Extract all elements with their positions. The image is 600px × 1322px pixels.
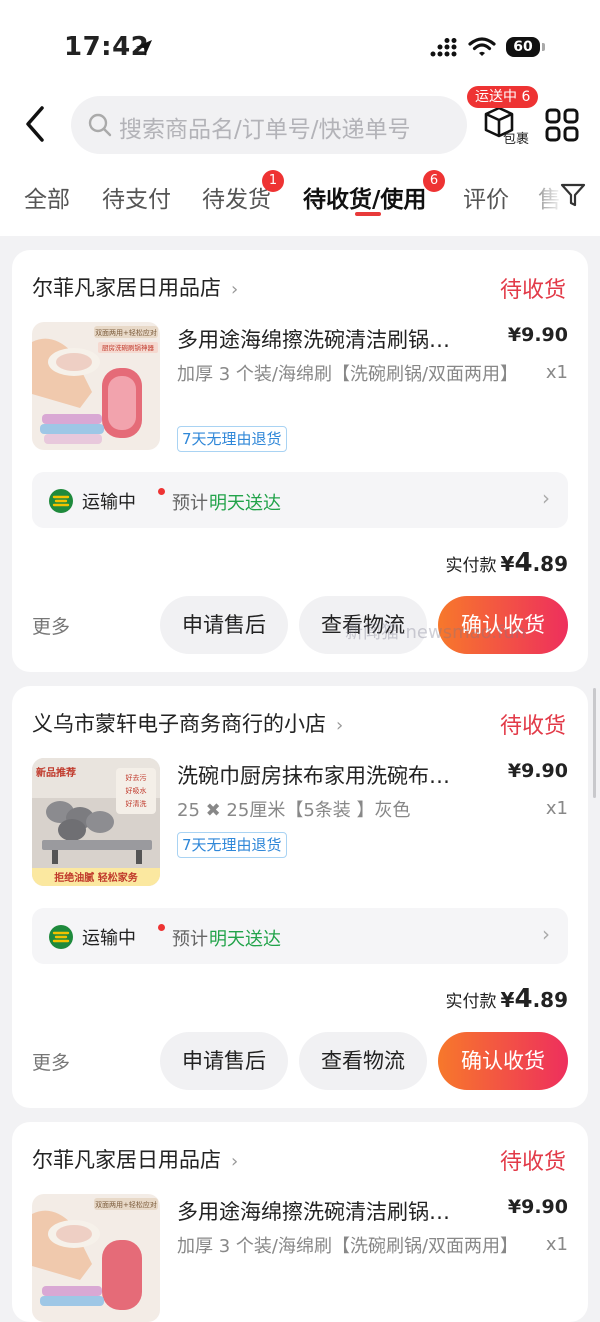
thumb-text-f3: 好清洗 [126,799,147,808]
package-button[interactable]: 包裹 [480,104,534,147]
sponge-product-image: 双面两用+轻松应对 厨房洗碗刷锅神器 [32,322,160,450]
chevron-right-icon: › [231,1151,239,1172]
order-card: 尔菲凡家居日用品店 › 待收货 双面两用+轻松应对 厨房洗碗刷锅神器 多用途海绵擦… [12,250,588,672]
product-quantity: x1 [545,1234,568,1255]
product-price: ¥9.90 [507,760,568,782]
scrollbar[interactable] [593,688,596,798]
tab-all[interactable]: 全部 [24,180,70,214]
product-spec: 加厚 3 个装/海绵刷【洗碗刷锅/双面两用】 [177,1236,519,1257]
product-quantity: x1 [545,362,568,383]
order-status: 待收货 [499,1150,566,1175]
tab-pending-shipment-badge: 1 [262,170,284,192]
watermark: 新闻猫-newsmao.fun [345,622,527,643]
paid-currency: ¥ [500,988,515,1012]
logistics-row[interactable]: 运输中 预计 明天送达 › [32,472,568,528]
signal-icon [430,38,457,57]
product-title[interactable]: 多用途海绵擦洗碗清洁刷锅… [177,1196,497,1226]
order-card: 尔菲凡家居日用品店 › 待收货 双面两用+轻松应对 多用途海绵擦洗碗清洁刷锅… ¥… [12,1122,588,1322]
paid-decimal: .89 [532,988,568,1012]
package-label: 包裹 [503,132,530,147]
product-price: ¥9.90 [507,324,568,346]
search-icon [88,113,112,137]
paid-decimal: .89 [532,552,568,576]
order-status: 待收货 [499,714,566,739]
product-thumbnail[interactable]: 双面两用+轻松应对 [32,1194,160,1322]
paid-integer: 4 [514,548,533,578]
product-title[interactable]: 洗碗巾厨房抹布家用洗碗布… [177,760,497,790]
top-bar: 17:42 60 搜索商品名/订单号/快递单号 包裹 运送中 6 全部 待支付 … [0,0,600,236]
order-status: 待收货 [499,278,566,303]
product-quantity: x1 [545,798,568,819]
tab-review[interactable]: 评价 [463,180,509,214]
paid-label: 实付款 [445,992,497,1012]
view-logistics-button[interactable]: 查看物流 [299,1032,427,1090]
logistics-status: 运输中 [82,928,136,949]
after-sale-button[interactable]: 申请售后 [160,1032,288,1090]
thumb-text-f1: 好去污 [126,773,147,782]
tab-pending-receipt[interactable]: 待收货/使用 [303,180,426,214]
paid-label: 实付款 [445,556,497,576]
thumb-text-top: 双面两用+轻松应对 [95,328,157,337]
paid-currency: ¥ [500,552,515,576]
store-name-text: 尔菲凡家居日用品店 [32,276,221,300]
return-policy-badge: 7天无理由退货 [177,426,287,452]
store-name[interactable]: 义乌市蒙轩电子商务商行的小店 › [32,708,343,738]
logistics-delivery-time: 明天送达 [209,493,281,514]
product-price: ¥9.90 [507,1196,568,1218]
store-name[interactable]: 尔菲凡家居日用品店 › [32,272,238,302]
grid-menu-icon[interactable] [545,108,579,142]
logistics-status: 运输中 [82,492,136,513]
product-spec: 加厚 3 个装/海绵刷【洗碗刷锅/双面两用】 [177,364,519,385]
product-thumbnail[interactable]: 新品推荐 好去污 好吸水 好清洗 拒绝油腻 轻松家务 [32,758,160,886]
wifi-icon [468,37,496,56]
search-placeholder: 搜索商品名/订单号/快递单号 [119,117,411,143]
store-name-text: 义乌市蒙轩电子商务商行的小店 [32,712,326,736]
product-thumbnail[interactable]: 双面两用+轻松应对 厨房洗碗刷锅神器 [32,322,160,450]
shipping-count-badge: 运送中 6 [467,86,539,108]
chevron-right-icon: › [336,715,344,736]
sponge-product-image: 双面两用+轻松应对 [32,1194,160,1322]
location-arrow-icon [136,40,152,56]
product-title[interactable]: 多用途海绵擦洗碗清洁刷锅… [177,324,497,354]
paid-amount: 实付款 ¥4.89 [446,548,568,578]
confirm-receipt-button[interactable]: 确认收货 [438,1032,568,1090]
thumb-text-sub: 厨房洗碗刷锅神器 [102,343,155,352]
return-policy-badge: 7天无理由退货 [177,832,287,858]
product-spec: 25 ✖ 25厘米【5条装 】灰色 [177,800,411,821]
order-tabs: 全部 待支付 待发货 1 待收货/使用 6 评价 售 [0,170,600,230]
logistics-estimate: 预计 [172,493,208,514]
store-name[interactable]: 尔菲凡家居日用品店 › [32,1144,238,1174]
logistics-alert-dot [158,488,165,495]
store-name-text: 尔菲凡家居日用品店 [32,1148,221,1172]
chevron-right-icon: › [231,279,239,300]
paid-integer: 4 [514,984,533,1014]
tab-pending-shipment[interactable]: 待发货 [202,180,271,214]
battery-indicator: 60 [506,37,540,57]
thumb-text-tag: 新品推荐 [36,766,76,779]
thumb-text-f2: 好吸水 [126,786,147,795]
more-button[interactable]: 更多 [32,1048,70,1075]
paid-amount: 实付款 ¥4.89 [446,984,568,1014]
thumb-text-top: 双面两用+轻松应对 [95,1200,157,1209]
active-tab-indicator [355,212,381,216]
more-button[interactable]: 更多 [32,612,70,639]
china-post-icon [49,925,73,949]
filter-icon[interactable] [560,182,586,208]
order-card: 义乌市蒙轩电子商务商行的小店 › 待收货 新品推荐 好去污 好吸水 好清洗 拒绝油… [12,686,588,1108]
tab-pending-payment[interactable]: 待支付 [102,180,171,214]
battery-cap [542,43,545,51]
thumb-text-bottom: 拒绝油腻 轻松家务 [54,871,138,884]
logistics-row[interactable]: 运输中 预计 明天送达 › [32,908,568,964]
logistics-delivery-time: 明天送达 [209,929,281,950]
tab-pending-receipt-badge: 6 [423,170,445,192]
after-sale-button[interactable]: 申请售后 [160,596,288,654]
china-post-icon [49,489,73,513]
chevron-right-icon: › [542,486,550,510]
chevron-right-icon: › [542,922,550,946]
search-input[interactable]: 搜索商品名/订单号/快递单号 [71,96,467,154]
towel-product-image: 新品推荐 好去污 好吸水 好清洗 拒绝油腻 轻松家务 [32,758,160,886]
logistics-alert-dot [158,924,165,931]
logistics-estimate: 预计 [172,929,208,950]
back-arrow-icon[interactable] [20,104,50,144]
